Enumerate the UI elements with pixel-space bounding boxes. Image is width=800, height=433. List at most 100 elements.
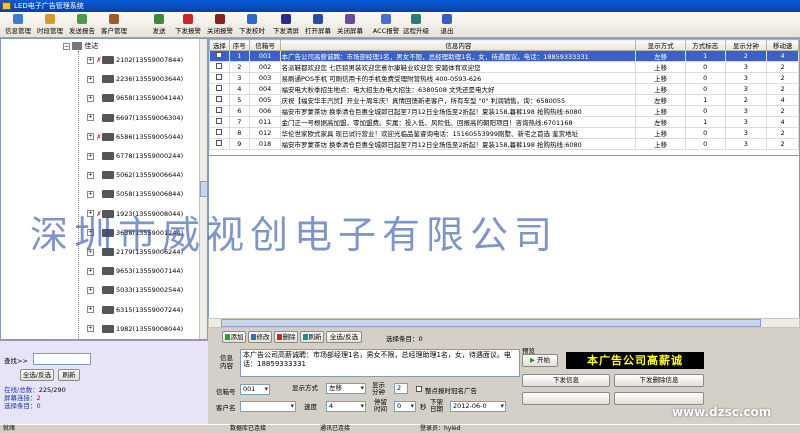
tree-expand-icon[interactable]: +	[87, 267, 94, 275]
tree-node[interactable]: +9658(13559004144)	[87, 93, 183, 104]
device-tree[interactable]: − 佳达 + ✗ 2102(13559007844) +2236(1355900364…	[0, 38, 208, 340]
mode-select[interactable]: 左移	[326, 383, 366, 394]
toolbar-button-11[interactable]: ACC报警	[370, 14, 402, 36]
row-checkbox[interactable]	[216, 52, 223, 58]
preview-button-3[interactable]	[522, 392, 610, 405]
scroll-thumb[interactable]	[200, 181, 207, 197]
message-content-input[interactable]: 本广告公司高薪诚聘：市场部经理1名，男女不限，总经理助理1名，女，待遇面议。电话…	[240, 349, 520, 377]
refresh-button[interactable]: 刷新	[58, 369, 80, 381]
tree-node[interactable]: +6778(13559000244)	[87, 151, 183, 162]
column-header[interactable]: 序号	[228, 39, 250, 51]
tree-expand-icon[interactable]: +	[87, 152, 94, 160]
table-row[interactable]: 2 002 名派鞋都欢迎您 七匹狼男装欢迎您意尔康鞋业欢迎您 安踏体育欢迎您 上移 0 3…	[209, 61, 799, 73]
action-button-0[interactable]: 添加	[222, 331, 246, 343]
table-row[interactable]: 4 004 福安电大秋季招生地点：电大招生办电大招生：6380508 文凭还是电大好…	[209, 83, 799, 95]
hscroll-thumb[interactable]	[221, 319, 761, 327]
tree-expand-icon[interactable]: +	[87, 75, 94, 83]
row-checkbox[interactable]	[216, 129, 223, 135]
table-row[interactable]: 1 001 本广告公司高薪诚聘：市场部经理1名，男女不限，总经理助理1名，女，待遇面…	[209, 50, 799, 62]
toolbar-button-8[interactable]: 下发清屏	[270, 14, 302, 36]
column-header[interactable]: 信箱号	[248, 39, 282, 51]
row-select-cell[interactable]	[209, 138, 230, 150]
toolbar-button-7[interactable]: 下发校时	[236, 14, 268, 36]
select-all-button[interactable]: 全选/反选	[20, 369, 54, 381]
tree-node[interactable]: +5058(13559006844)	[87, 189, 183, 200]
toolbar-button-3[interactable]: 客户管理	[98, 14, 130, 36]
column-header[interactable]: 信息内容	[280, 39, 637, 51]
row-select-cell[interactable]	[209, 116, 230, 128]
toolbar-button-6[interactable]: 关闭报警	[204, 14, 236, 36]
row-select-cell[interactable]	[209, 105, 230, 117]
column-header[interactable]: 选择	[209, 39, 230, 51]
table-row[interactable]: 5 005 庆祝【福安华丰汽贸】开业十周年庆！真情回馈新老客户，所有车型 "0" 利…	[209, 94, 799, 106]
row-checkbox[interactable]	[216, 85, 223, 91]
tree-expand-icon[interactable]: +	[87, 306, 94, 314]
column-header[interactable]: 移动速	[766, 39, 799, 51]
table-row[interactable]: 8 012 华伦世家欧式家具 现已试行营业！欢迎光临品鉴睿询电话：151605539…	[209, 127, 799, 139]
row-select-cell[interactable]	[209, 83, 230, 95]
row-select-cell[interactable]	[209, 127, 230, 139]
action-button-3[interactable]: 刷新	[300, 331, 324, 343]
search-input[interactable]	[33, 353, 91, 365]
check-box[interactable]	[416, 386, 422, 392]
row-checkbox[interactable]	[216, 140, 223, 146]
speed-select[interactable]: 4	[326, 401, 366, 412]
stay-select[interactable]: 0	[394, 401, 416, 412]
column-header[interactable]: 显示方式	[635, 39, 686, 51]
tree-node[interactable]: +5033(13559002544)	[87, 285, 183, 296]
table-row[interactable]: 7 011 金门正一号根据高加盟，零加盟费。实属：投入低、风险低、回报高的朝阳项目！…	[209, 116, 799, 128]
tree-expand-icon[interactable]: +	[87, 56, 94, 64]
tree-expand-icon[interactable]: +	[87, 325, 94, 333]
row-checkbox[interactable]	[216, 107, 223, 113]
row-select-cell[interactable]	[209, 72, 230, 84]
toolbar-button-1[interactable]: 时段管理	[34, 14, 66, 36]
row-select-cell[interactable]	[209, 50, 230, 62]
tree-expand-icon[interactable]: +	[87, 133, 94, 141]
row-select-cell[interactable]	[209, 61, 230, 73]
tree-node[interactable]: +6315(13559007244)	[87, 305, 183, 316]
row-select-cell[interactable]	[209, 94, 230, 106]
preview-button-4[interactable]	[614, 392, 704, 405]
toolbar-button-4[interactable]: 发送	[143, 14, 175, 36]
toolbar-button-13[interactable]: 退出	[431, 14, 463, 36]
tree-node[interactable]: +9653(13559007144)	[87, 266, 183, 277]
action-button-2[interactable]: 删除	[274, 331, 298, 343]
toolbar-button-10[interactable]: 关闭屏幕	[334, 14, 366, 36]
tree-node[interactable]: +6697(13559006304)	[87, 113, 183, 124]
row-checkbox[interactable]	[216, 74, 223, 80]
table-row[interactable]: 9 018 福安市罗蒙茶坊 换季清仓巨惠全城郎日起至7月12日全场低至2折起！夏装1…	[209, 138, 799, 150]
box-select[interactable]: 001	[240, 384, 270, 395]
customer-select[interactable]	[240, 401, 296, 412]
tree-node[interactable]: +5062(13559006644)	[87, 170, 183, 181]
tree-expand-icon[interactable]: +	[87, 114, 94, 122]
tree-node[interactable]: +1982(13559008044)	[87, 324, 183, 335]
action-button-4[interactable]: 全选/反选	[326, 331, 362, 343]
tree-scrollbar[interactable]	[199, 39, 207, 339]
tree-expand-icon[interactable]: +	[87, 171, 94, 179]
tree-node[interactable]: + ✗ 6586(13559005044)	[87, 132, 183, 143]
tree-node[interactable]: + ✗ 2102(13559007844)	[87, 55, 183, 66]
tree-expand-icon[interactable]: +	[87, 190, 94, 198]
start-button[interactable]: ▶ 开始	[522, 354, 558, 367]
send-message-button[interactable]: 下发信息	[522, 374, 610, 387]
column-header[interactable]: 方式标志	[684, 39, 726, 51]
row-checkbox[interactable]	[216, 118, 223, 124]
action-button-1[interactable]: 修改	[248, 331, 272, 343]
toolbar-button-2[interactable]: 发送报告	[66, 14, 98, 36]
tree-node[interactable]: +2236(13559003644)	[87, 74, 183, 85]
toolbar-button-12[interactable]: 远程升级	[400, 14, 432, 36]
table-hscrollbar[interactable]	[208, 318, 800, 328]
tree-collapse-icon[interactable]: −	[63, 43, 70, 50]
toolbar-button-0[interactable]: 信息管理	[2, 14, 34, 36]
table-row[interactable]: 3 003 易刷通POS手机 可刷信用卡的手机免费受理附营热线 400-0593-6…	[209, 72, 799, 84]
row-checkbox[interactable]	[216, 96, 223, 102]
row-checkbox[interactable]	[216, 63, 223, 69]
toolbar-button-5[interactable]: 下发报警	[172, 14, 204, 36]
column-header[interactable]: 显示分钟	[724, 39, 768, 51]
table-row[interactable]: 6 006 福安市罗蒙茶坊 换季清仓巨惠全城郎日起至7月12日全场低至2折起！夏装1…	[209, 105, 799, 117]
tree-expand-icon[interactable]: +	[87, 286, 94, 294]
tree-expand-icon[interactable]: +	[87, 94, 94, 102]
toolbar-button-9[interactable]: 打开屏幕	[302, 14, 334, 36]
send-delete-button[interactable]: 下发删除信息	[614, 374, 704, 387]
tree-root[interactable]: − 佳达	[63, 41, 98, 51]
